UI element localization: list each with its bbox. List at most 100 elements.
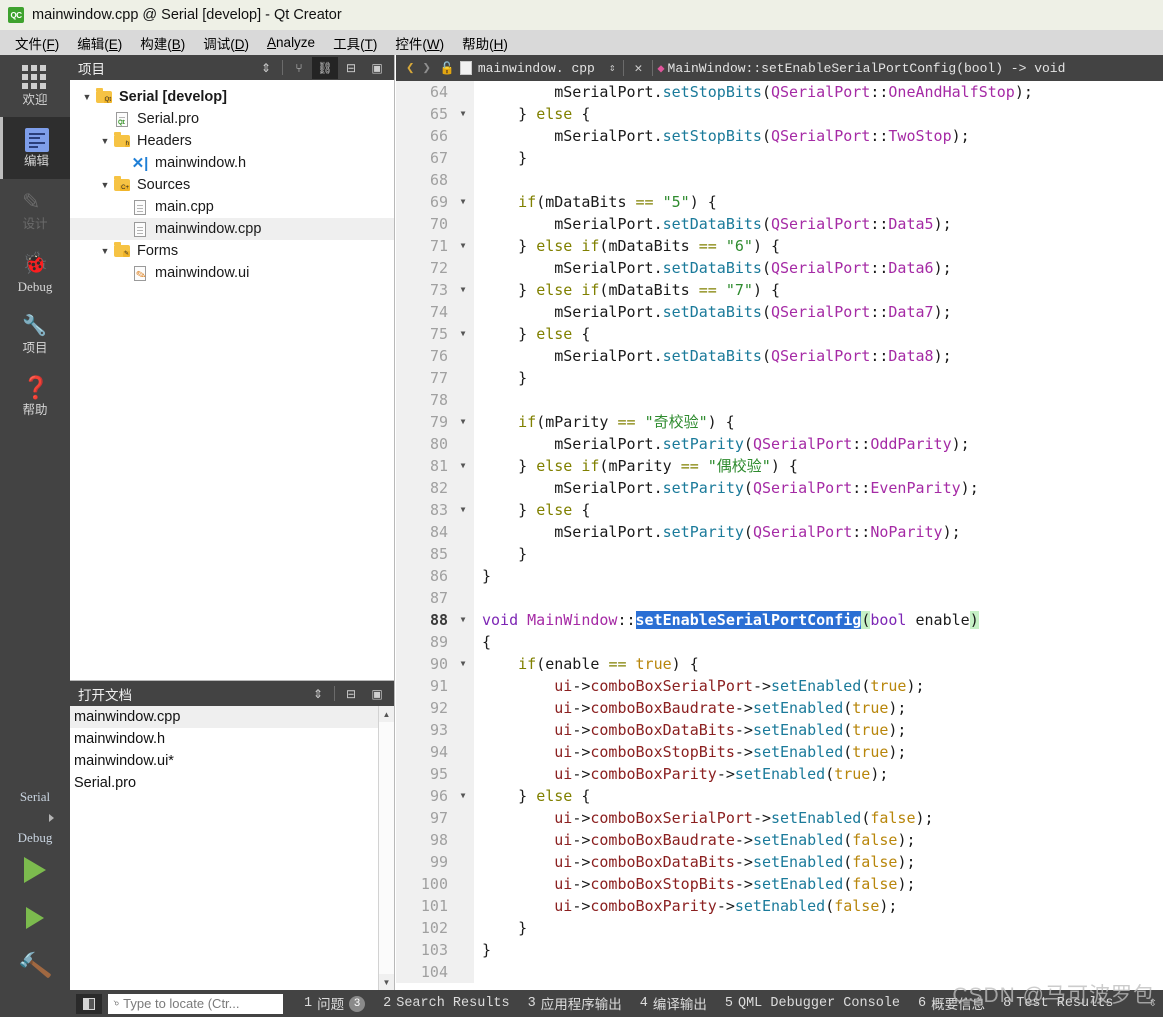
code-line[interactable]: 80 mSerialPort.setParity(QSerialPort::Od…: [396, 433, 1163, 455]
menu-item-4[interactable]: Analyze: [258, 33, 324, 52]
fold-marker-icon[interactable]: [452, 631, 474, 653]
fold-marker-icon[interactable]: ▼: [452, 785, 474, 807]
fold-marker-icon[interactable]: ▼: [452, 103, 474, 125]
code-line[interactable]: 87: [396, 587, 1163, 609]
code-line[interactable]: 96 ▼ } else {: [396, 785, 1163, 807]
open-document-item[interactable]: mainwindow.h: [70, 728, 394, 750]
file-dropdown-icon[interactable]: ⇕: [605, 61, 620, 75]
code-line[interactable]: 64 mSerialPort.setStopBits(QSerialPort::…: [396, 81, 1163, 103]
output-pane-button[interactable]: 6 概要信息: [909, 993, 994, 1014]
mode-button-debug[interactable]: 🐞 Debug: [0, 241, 70, 303]
fold-marker-icon[interactable]: [452, 697, 474, 719]
fold-marker-icon[interactable]: ▼: [452, 499, 474, 521]
fold-marker-icon[interactable]: [452, 389, 474, 411]
filter-icon[interactable]: ⑂: [286, 57, 312, 79]
code-line[interactable]: 102 }: [396, 917, 1163, 939]
menu-item-5[interactable]: 工具(T): [324, 31, 386, 55]
tree-item[interactable]: ▼ ✎ Forms: [70, 240, 394, 262]
tree-item[interactable]: Qt Serial.pro: [70, 108, 394, 130]
code-line[interactable]: 78: [396, 389, 1163, 411]
output-pane-button[interactable]: 8 Test Results: [994, 996, 1122, 1011]
fold-marker-icon[interactable]: [452, 851, 474, 873]
fold-marker-icon[interactable]: [452, 543, 474, 565]
fold-marker-icon[interactable]: [452, 301, 474, 323]
code-line[interactable]: 83 ▼ } else {: [396, 499, 1163, 521]
code-line[interactable]: 98 ui->comboBoxBaudrate->setEnabled(fals…: [396, 829, 1163, 851]
fold-marker-icon[interactable]: [452, 477, 474, 499]
menu-item-7[interactable]: 帮助(H): [453, 31, 517, 55]
code-line[interactable]: 86}: [396, 565, 1163, 587]
fold-marker-icon[interactable]: [452, 939, 474, 961]
mode-button-welcome[interactable]: 欢迎: [0, 55, 70, 117]
fold-marker-icon[interactable]: ▼: [452, 411, 474, 433]
link-icon[interactable]: ⛓: [312, 56, 338, 79]
menu-item-3[interactable]: 调试(D): [194, 31, 258, 55]
debug-button[interactable]: [0, 894, 70, 942]
fold-marker-icon[interactable]: ▼: [452, 609, 474, 631]
fold-marker-icon[interactable]: [452, 125, 474, 147]
fold-marker-icon[interactable]: ▼: [452, 235, 474, 257]
fold-marker-icon[interactable]: [452, 81, 474, 103]
collapse-icon[interactable]: ▣: [364, 57, 390, 79]
locator-input[interactable]: ⌕ Type to locate (Ctr...: [108, 993, 283, 1014]
navigate-forward-icon[interactable]: ❯: [418, 60, 434, 77]
fold-marker-icon[interactable]: ▼: [452, 455, 474, 477]
build-button[interactable]: 🔨: [0, 942, 70, 990]
close-icon[interactable]: ✕: [628, 61, 648, 76]
unlocked-icon[interactable]: 🔓: [435, 61, 460, 76]
tree-twisty-icon[interactable]: ▼: [98, 136, 112, 146]
code-line[interactable]: 90 ▼ if(enable == true) {: [396, 653, 1163, 675]
tree-item[interactable]: ▼ Qt Serial [develop]: [70, 86, 394, 108]
tree-twisty-icon[interactable]: ▼: [98, 180, 112, 190]
dropdown-icon[interactable]: ▣: [364, 683, 390, 705]
output-pane-button[interactable]: 5 QML Debugger Console: [716, 996, 909, 1011]
code-line[interactable]: 103}: [396, 939, 1163, 961]
code-line[interactable]: 104: [396, 961, 1163, 983]
code-line[interactable]: 85 }: [396, 543, 1163, 565]
code-line[interactable]: 67 }: [396, 147, 1163, 169]
fold-marker-icon[interactable]: [452, 257, 474, 279]
fold-marker-icon[interactable]: [452, 169, 474, 191]
tree-item[interactable]: ▼ h Headers: [70, 130, 394, 152]
split-icon[interactable]: ⊟: [338, 57, 364, 79]
fold-marker-icon[interactable]: ▼: [452, 653, 474, 675]
fold-marker-icon[interactable]: [452, 873, 474, 895]
fold-marker-icon[interactable]: [452, 565, 474, 587]
code-line[interactable]: 94 ui->comboBoxStopBits->setEnabled(true…: [396, 741, 1163, 763]
code-line[interactable]: 89 {: [396, 631, 1163, 653]
menu-item-6[interactable]: 控件(W): [386, 31, 453, 55]
split-icon[interactable]: ⊟: [338, 683, 364, 705]
fold-marker-icon[interactable]: [452, 367, 474, 389]
fold-marker-icon[interactable]: [452, 433, 474, 455]
fold-marker-icon[interactable]: [452, 763, 474, 785]
code-line[interactable]: 76 mSerialPort.setDataBits(QSerialPort::…: [396, 345, 1163, 367]
mode-button-projects[interactable]: 🔧 项目: [0, 303, 70, 365]
fold-marker-icon[interactable]: [452, 521, 474, 543]
menu-item-2[interactable]: 构建(B): [131, 31, 194, 55]
output-pane-button[interactable]: 2 Search Results: [374, 996, 519, 1011]
tree-item[interactable]: ▼ C+ Sources: [70, 174, 394, 196]
code-line[interactable]: 77 }: [396, 367, 1163, 389]
fold-marker-icon[interactable]: [452, 587, 474, 609]
output-pane-button[interactable]: 4 编译输出: [631, 993, 716, 1014]
code-line[interactable]: 72 mSerialPort.setDataBits(QSerialPort::…: [396, 257, 1163, 279]
navigate-back-icon[interactable]: ❮: [402, 60, 418, 77]
sync-icon[interactable]: ⇕: [253, 57, 279, 79]
code-line[interactable]: 93 ui->comboBoxDataBits->setEnabled(true…: [396, 719, 1163, 741]
code-line[interactable]: 99 ui->comboBoxDataBits->setEnabled(fals…: [396, 851, 1163, 873]
output-pane-button[interactable]: 3 应用程序输出: [519, 993, 631, 1014]
fold-marker-icon[interactable]: [452, 719, 474, 741]
menu-item-0[interactable]: 文件(F): [6, 31, 68, 55]
current-symbol-label[interactable]: MainWindow::setEnableSerialPortConfig(bo…: [668, 61, 1066, 76]
tree-twisty-icon[interactable]: ▼: [98, 246, 112, 256]
open-document-item[interactable]: mainwindow.ui*: [70, 750, 394, 772]
code-line[interactable]: 65 ▼ } else {: [396, 103, 1163, 125]
tree-item[interactable]: ✕| mainwindow.h: [70, 152, 394, 174]
fold-marker-icon[interactable]: ▼: [452, 191, 474, 213]
code-line[interactable]: 71 ▼ } else if(mDataBits == "6") {: [396, 235, 1163, 257]
code-line[interactable]: 66 mSerialPort.setStopBits(QSerialPort::…: [396, 125, 1163, 147]
fold-marker-icon[interactable]: [452, 345, 474, 367]
code-line[interactable]: 82 mSerialPort.setParity(QSerialPort::Ev…: [396, 477, 1163, 499]
fold-marker-icon[interactable]: [452, 961, 474, 983]
output-pane-button[interactable]: 1 问题 3: [295, 993, 374, 1014]
